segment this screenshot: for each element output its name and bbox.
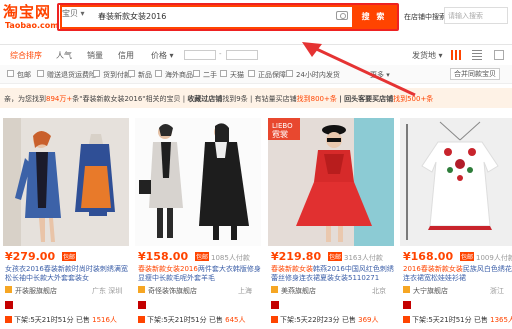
- product-buyers: 3163人付款: [344, 254, 383, 262]
- shop-name-link[interactable]: 大宁旗舰店: [413, 286, 448, 296]
- tmall-icon[interactable]: [403, 301, 411, 309]
- shop-icon: [5, 286, 12, 293]
- price-separator: -: [219, 50, 222, 58]
- shop-location: 北京: [372, 287, 386, 295]
- grid-view-icon[interactable]: [451, 50, 461, 60]
- sort-comprehensive[interactable]: 综合排序: [10, 50, 42, 61]
- listing-info: 下架:5天22时23分 已售 369人: [280, 316, 379, 324]
- free-shipping-badge: 包邮: [62, 252, 77, 261]
- search-button[interactable]: 搜 索: [352, 7, 396, 27]
- shop-location: 浙江: [490, 287, 504, 295]
- timer-icon: [271, 316, 278, 323]
- free-shipping-badge: 包邮: [328, 252, 343, 261]
- filter-checkbox[interactable]: [286, 70, 293, 77]
- shop-search-placeholder: 请输入搜索: [448, 12, 483, 20]
- filter-checkbox[interactable]: [7, 70, 14, 77]
- shop-location: 广东 深圳: [92, 287, 123, 295]
- listing-info: 下架:5天21时51分 已售 1516人: [14, 316, 117, 324]
- shop-icon: [138, 286, 145, 293]
- product-title-link[interactable]: 春装新款女装韩燕2016中国风红色刺绣蕾丝修身连衣裙夏装女装5110271: [271, 265, 395, 283]
- shop-search-label: 在店铺中搜索: [404, 13, 446, 21]
- sort-price[interactable]: 价格 ▾: [151, 50, 174, 61]
- shop-name-link[interactable]: 奇怪装饰旗舰店: [148, 286, 197, 296]
- listing-info: 下架:5天21时51分 已售 645人: [147, 316, 246, 324]
- timer-icon: [138, 316, 145, 323]
- page-nav-icon[interactable]: [494, 50, 504, 60]
- tmall-icon[interactable]: [138, 301, 146, 309]
- shop-name-link[interactable]: 开装服旗舰店: [15, 286, 57, 296]
- search-input[interactable]: 春装新款女装2016: [98, 11, 166, 22]
- timer-icon: [403, 316, 410, 323]
- filter-checkbox[interactable]: [155, 70, 162, 77]
- filter-checkbox[interactable]: [248, 70, 255, 77]
- taobao-logo[interactable]: 淘宝网: [3, 1, 51, 22]
- filter-checkbox[interactable]: [193, 70, 200, 77]
- filter-checkbox[interactable]: [220, 70, 227, 77]
- filter-secondhand[interactable]: 二手: [203, 70, 217, 80]
- product-title-link[interactable]: 春装新款女装2016两件套大衣韩版修身显瘦中长款毛呢外套羊毛: [138, 265, 262, 283]
- filter-cod[interactable]: 货到付款: [103, 70, 131, 80]
- product-price: ¥168.00: [403, 250, 454, 263]
- product-price: ¥158.00: [138, 250, 189, 263]
- annotation-arrow-icon: [302, 42, 416, 97]
- listing-info: 下架:5天21时51分 已售 1365人: [412, 316, 512, 324]
- merge-same-button[interactable]: 合并同款宝贝: [450, 68, 500, 80]
- taobao-logo-subtitle: Taobao.com: [5, 21, 59, 30]
- product-image[interactable]: [3, 118, 129, 246]
- filter-checkbox[interactable]: [37, 70, 44, 77]
- shop-icon: [403, 286, 410, 293]
- price-max-input[interactable]: [226, 50, 258, 60]
- shop-location: 上海: [238, 287, 252, 295]
- filter-genuine[interactable]: 正品保障: [258, 70, 286, 80]
- filter-checkbox[interactable]: [128, 70, 135, 77]
- search-type-dropdown[interactable]: 宝贝 ▾: [62, 8, 86, 24]
- timer-icon: [5, 316, 12, 323]
- product-price: ¥219.80: [271, 250, 322, 263]
- tmall-icon[interactable]: [271, 301, 279, 309]
- free-shipping-badge: 包邮: [460, 252, 475, 261]
- svg-text:LIEBO: LIEBO: [272, 122, 293, 130]
- product-image[interactable]: [400, 118, 512, 246]
- sort-sales[interactable]: 销量: [87, 50, 103, 61]
- svg-text:霓裳: 霓裳: [272, 129, 288, 139]
- shop-name-link[interactable]: 美燕旗舰店: [281, 286, 316, 296]
- product-image[interactable]: [135, 118, 261, 246]
- product-image[interactable]: LIEBO 霓裳: [268, 118, 394, 246]
- filter-tmall[interactable]: 天猫: [230, 70, 244, 80]
- sort-popularity[interactable]: 人气: [56, 50, 72, 61]
- product-title-link[interactable]: 2016春装新款女装民族风白色绣花长袖连衣裙宽松娃娃衫裙: [403, 265, 512, 283]
- sort-credit[interactable]: 信用: [118, 50, 134, 61]
- filter-new[interactable]: 新品: [138, 70, 152, 80]
- shop-icon: [271, 286, 278, 293]
- product-price: ¥279.00: [5, 250, 56, 263]
- product-buyers: 1085人付款: [211, 254, 250, 262]
- filter-return-insurance[interactable]: 赠送退货运费险: [47, 70, 96, 80]
- camera-icon[interactable]: [336, 11, 348, 20]
- price-min-input[interactable]: [184, 50, 216, 60]
- filter-checkbox[interactable]: [93, 70, 100, 77]
- filter-free-shipping[interactable]: 包邮: [17, 70, 31, 80]
- free-shipping-badge: 包邮: [195, 252, 210, 261]
- product-title-link[interactable]: 女孩衣2016春装新款时尚时装刺绣满宽松长袖中长款大外套套装女: [5, 265, 129, 283]
- tmall-icon[interactable]: [5, 301, 13, 309]
- list-view-icon[interactable]: [472, 50, 482, 60]
- product-buyers: 1009人付款: [476, 254, 512, 262]
- filter-overseas[interactable]: 海外商品: [165, 70, 193, 80]
